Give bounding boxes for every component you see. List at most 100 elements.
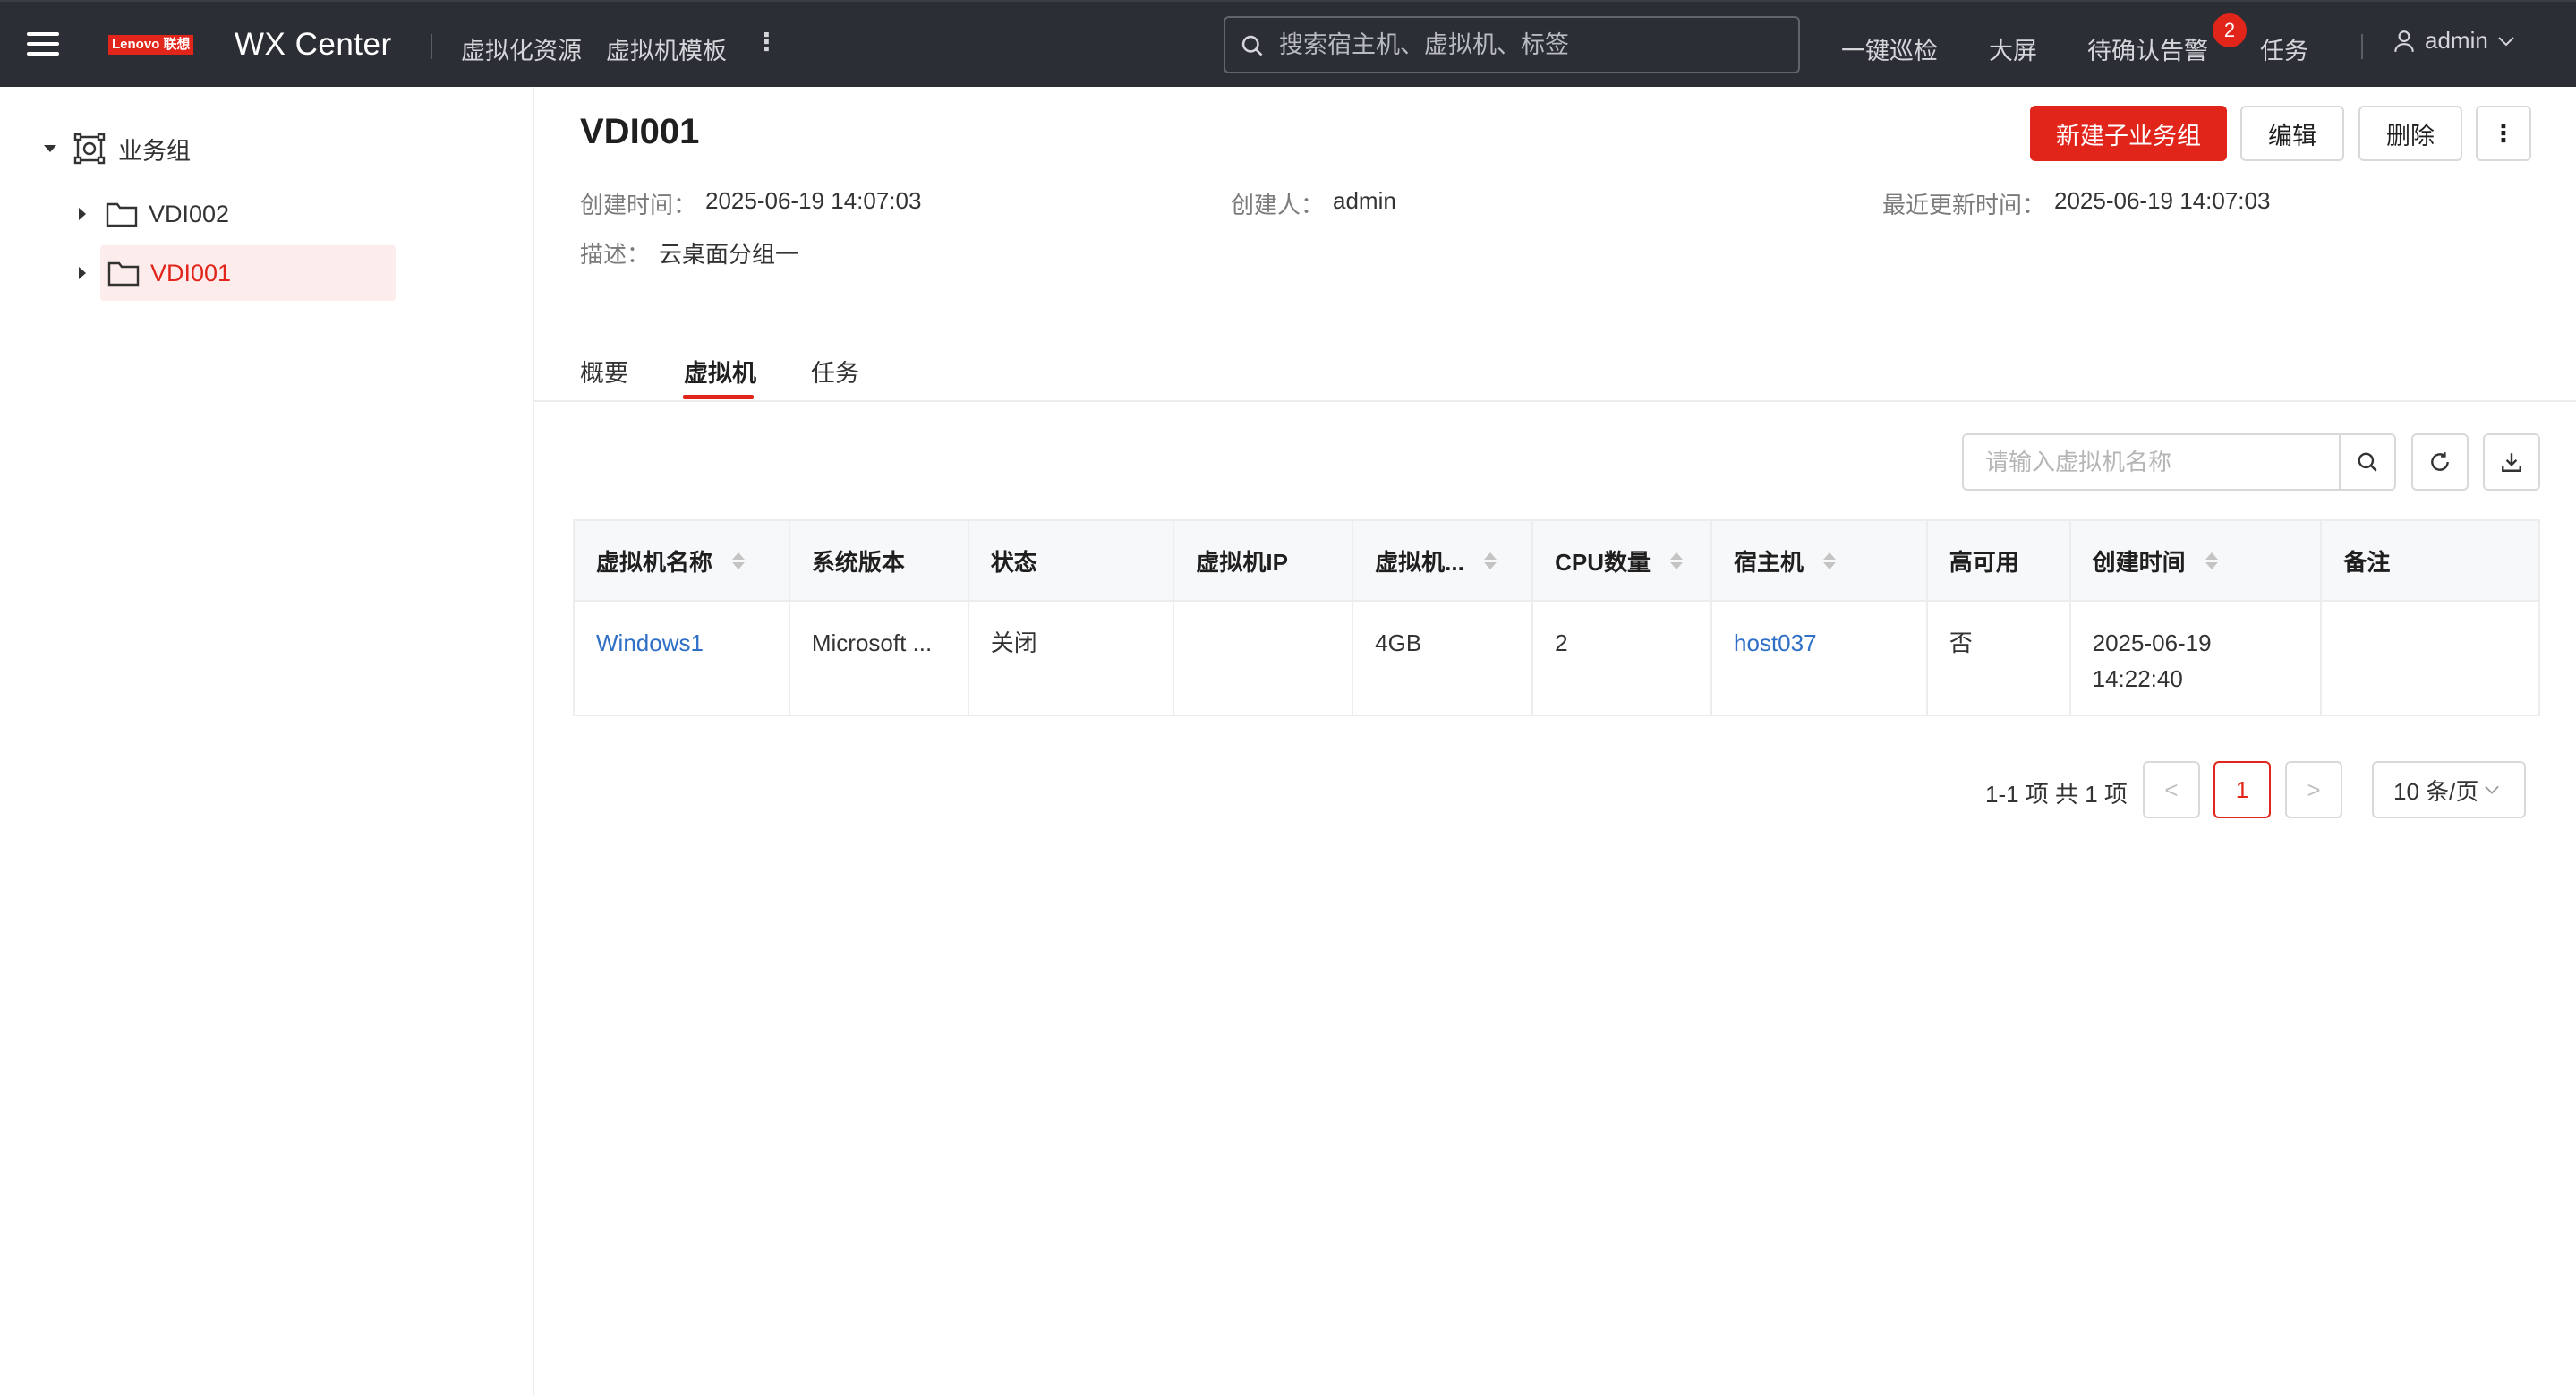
menu-icon[interactable] <box>27 29 59 59</box>
col-status: 状态 <box>968 520 1175 602</box>
global-search-input[interactable] <box>1279 30 1780 59</box>
vm-name-link[interactable]: Windows1 <box>596 629 704 656</box>
search-icon <box>1241 35 1263 56</box>
cell-note <box>2321 601 2540 715</box>
caret-right-icon <box>79 208 86 220</box>
tab-overview[interactable]: 概要 <box>580 354 628 389</box>
meta-label: 创建时间： <box>580 192 697 218</box>
page-size-select[interactable]: 10 条/页 <box>2372 761 2526 818</box>
page-size-value: 10 条/页 <box>2393 777 2479 805</box>
meta-value: 云桌面分组一 <box>659 241 799 268</box>
top-navigation-bar: Lenovo联想 WX Center 虚拟化资源 虚拟机模板 ⋮ 一键巡检 大屏… <box>0 0 2576 87</box>
big-screen-button[interactable]: 大屏 <box>1989 31 2037 66</box>
cell-vm-memory: 4GB <box>1352 601 1534 715</box>
caret-right-icon <box>79 267 86 279</box>
col-vm-memory[interactable]: 虚拟机... <box>1352 520 1534 602</box>
sort-icon[interactable] <box>732 552 746 569</box>
col-created-time[interactable]: 创建时间 <box>2069 520 2323 602</box>
sort-icon[interactable] <box>1483 552 1497 569</box>
sort-icon[interactable] <box>2205 552 2218 569</box>
page-1-button[interactable]: 1 <box>2213 761 2271 818</box>
cell-os-version: Microsoft ... <box>789 601 969 715</box>
tasks-button[interactable]: 任务 <box>2260 31 2308 66</box>
inspect-button[interactable]: 一键巡检 <box>1841 31 1938 66</box>
vm-search-input[interactable] <box>1964 435 2341 489</box>
tabs-divider <box>534 400 2576 402</box>
tree-item-vdi001[interactable]: VDI001 <box>100 245 396 301</box>
tree-item-label: VDI001 <box>150 259 232 287</box>
col-os-version: 系统版本 <box>789 520 969 602</box>
col-note: 备注 <box>2321 520 2540 602</box>
sort-icon[interactable] <box>1669 552 1683 569</box>
refresh-icon <box>2431 452 2449 471</box>
global-search-box <box>1224 16 1800 73</box>
cell-ha: 否 <box>1926 601 2071 715</box>
pending-alerts-button[interactable]: 待确认告警 <box>2087 31 2208 66</box>
delete-button[interactable]: 删除 <box>2358 106 2462 161</box>
meta-created: 创建时间： 2025-06-19 14:07:03 <box>580 187 921 220</box>
meta-creator: 创建人： admin <box>1231 187 1396 220</box>
meta-value: admin <box>1333 187 1396 214</box>
caret-down-icon <box>44 145 56 152</box>
chevron-down-icon <box>2485 785 2500 794</box>
brand-logo: Lenovo 联想 <box>108 35 194 55</box>
meta-label: 创建人： <box>1231 192 1325 218</box>
meta-value: 2025-06-19 14:07:03 <box>2054 187 2271 214</box>
header-divider <box>2361 34 2363 59</box>
table-header-row: 虚拟机名称 系统版本 状态 虚拟机IP 虚拟机... CPU数量 宿主机 高可用… <box>574 520 2540 602</box>
user-icon <box>2394 30 2414 52</box>
meta-label: 描述： <box>580 241 651 268</box>
nav-virtual-resources[interactable]: 虚拟化资源 <box>461 31 582 66</box>
col-ha: 高可用 <box>1926 520 2071 602</box>
refresh-button[interactable] <box>2411 433 2469 491</box>
folder-icon <box>107 261 140 287</box>
more-actions-button[interactable]: ⋮ <box>2476 106 2531 161</box>
header-divider <box>431 34 432 59</box>
meta-description: 描述： 云桌面分组一 <box>580 236 798 270</box>
new-sub-group-button[interactable]: 新建子业务组 <box>2030 106 2227 161</box>
vm-table: 虚拟机名称 系统版本 状态 虚拟机IP 虚拟机... CPU数量 宿主机 高可用… <box>573 519 2540 716</box>
tree-root-label: 业务组 <box>118 137 191 165</box>
tree-item-vdi001-row[interactable]: VDI001 <box>77 245 396 301</box>
tab-tasks[interactable]: 任务 <box>811 354 859 389</box>
col-host[interactable]: 宿主机 <box>1711 520 1928 602</box>
tree-item-vdi002[interactable]: VDI002 <box>77 193 240 235</box>
host-link[interactable]: host037 <box>1734 629 1817 656</box>
chevron-down-icon <box>2498 36 2514 46</box>
table-row: Windows1 Microsoft ... 关闭 4GB 2 host037 … <box>574 601 2540 715</box>
pagination-total: 1-1 项 共 1 项 <box>1985 781 2128 808</box>
vm-search-button[interactable] <box>2339 435 2394 489</box>
tree-root-business-group[interactable]: 业务组 <box>43 132 191 166</box>
app-title: WX Center <box>235 27 392 62</box>
user-name: admin <box>2425 27 2488 54</box>
page-title: VDI001 <box>580 112 700 151</box>
nav-vm-templates[interactable]: 虚拟机模板 <box>606 31 727 66</box>
col-vm-ip: 虚拟机IP <box>1173 520 1354 602</box>
download-button[interactable] <box>2483 433 2540 491</box>
folder-icon <box>106 202 138 227</box>
alerts-count-badge: 2 <box>2213 13 2247 47</box>
col-cpu-count[interactable]: CPU数量 <box>1532 520 1712 602</box>
meta-updated: 最近更新时间： 2025-06-19 14:07:03 <box>1882 187 2270 220</box>
meta-label: 最近更新时间： <box>1882 192 2046 218</box>
search-icon <box>2358 452 2377 472</box>
cell-created-time: 2025-06-19 14:22:40 <box>2069 601 2323 715</box>
col-vm-name[interactable]: 虚拟机名称 <box>574 520 790 602</box>
active-tab-indicator <box>683 395 754 399</box>
cell-status: 关闭 <box>968 601 1175 715</box>
next-page-button[interactable]: > <box>2285 761 2342 818</box>
download-icon <box>2502 453 2521 472</box>
cell-host: host037 <box>1711 601 1928 715</box>
meta-value: 2025-06-19 14:07:03 <box>705 187 922 214</box>
edit-button[interactable]: 编辑 <box>2240 106 2344 161</box>
business-group-tree: 业务组 VDI002 VDI001 <box>0 87 534 1395</box>
user-menu[interactable]: admin <box>2393 27 2515 55</box>
sort-icon[interactable] <box>1823 552 1837 569</box>
cell-vm-ip <box>1173 601 1354 715</box>
group-icon <box>73 133 106 165</box>
cell-cpu-count: 2 <box>1532 601 1712 715</box>
nav-more-icon[interactable]: ⋮ <box>755 29 779 56</box>
prev-page-button[interactable]: < <box>2143 761 2200 818</box>
tab-vms[interactable]: 虚拟机 <box>684 354 756 389</box>
cell-vm-name: Windows1 <box>574 601 790 715</box>
